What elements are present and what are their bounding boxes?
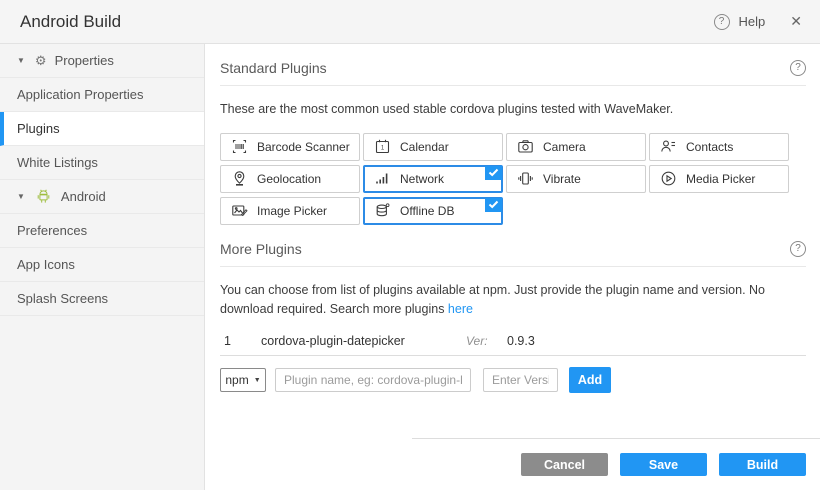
section-help-icon[interactable]: ? (790, 241, 806, 257)
plugin-barcode-scanner[interactable]: Barcode Scanner (220, 133, 360, 161)
sidebar-item-label: App Icons (17, 257, 75, 272)
help-icon[interactable]: ? (714, 14, 730, 30)
plugin-label: Network (400, 172, 444, 186)
sidebar-item-label: Plugins (17, 121, 60, 136)
close-icon[interactable]: ✕ (790, 13, 802, 30)
search-plugins-link[interactable]: here (448, 302, 473, 316)
calendar-day-number: 1 (380, 146, 384, 152)
sidebar-group-android[interactable]: ▼ Android (0, 180, 204, 214)
calendar-icon: 1 (373, 138, 391, 155)
contacts-icon (659, 138, 677, 155)
sidebar-item-app-icons[interactable]: App Icons (0, 248, 204, 282)
page-title: Android Build (20, 12, 714, 32)
standard-plugins-grid: Barcode Scanner 1 Calendar Camera (220, 133, 806, 225)
checkbox-checked-icon (485, 166, 502, 180)
offline-db-icon (373, 202, 391, 219)
sidebar-item-application-properties[interactable]: Application Properties (0, 78, 204, 112)
chevron-down-icon: ▼ (17, 56, 25, 65)
plugin-label: Camera (543, 140, 586, 154)
plugin-geolocation[interactable]: Geolocation (220, 165, 360, 193)
plugin-media-picker[interactable]: Media Picker (649, 165, 789, 193)
sidebar-item-plugins[interactable]: Plugins (0, 112, 204, 146)
plugin-label: Calendar (400, 140, 449, 154)
network-signal-icon (373, 170, 391, 187)
plugin-version-input[interactable] (483, 368, 558, 392)
add-plugin-button[interactable]: Add (569, 367, 611, 393)
build-button[interactable]: Build (719, 453, 806, 476)
sidebar-group-properties[interactable]: ▼ ⚙ Properties (0, 44, 204, 78)
more-plugins-description: You can choose from list of plugins avai… (220, 281, 806, 319)
footer-actions: Cancel Save Build (412, 438, 820, 490)
geolocation-icon (230, 170, 248, 187)
registry-selected-value: npm (225, 373, 248, 387)
section-help-icon[interactable]: ? (790, 60, 806, 76)
more-plugins-description-text: You can choose from list of plugins avai… (220, 283, 765, 316)
sidebar-item-label: Properties (55, 53, 114, 68)
image-picker-icon (230, 202, 248, 219)
more-plugins-title: More Plugins (220, 241, 302, 257)
sidebar-item-preferences[interactable]: Preferences (0, 214, 204, 248)
sidebar-item-white-listings[interactable]: White Listings (0, 146, 204, 180)
plugin-label: Media Picker (686, 172, 755, 186)
plugin-label: Vibrate (543, 172, 581, 186)
plugin-calendar[interactable]: 1 Calendar (363, 133, 503, 161)
sidebar-item-label: Splash Screens (17, 291, 108, 306)
plugin-name-input[interactable] (275, 368, 471, 392)
main-content: Standard Plugins ? These are the most co… (206, 44, 820, 490)
chevron-down-icon: ▼ (254, 377, 261, 384)
gear-icon: ⚙ (35, 54, 47, 67)
sidebar-item-label: Application Properties (17, 87, 143, 102)
sidebar: ▼ ⚙ Properties Application Properties Pl… (0, 44, 205, 490)
plugin-row-version: 0.9.3 (507, 334, 535, 348)
sidebar-item-label: Preferences (17, 223, 87, 238)
camera-icon (516, 138, 534, 155)
standard-plugins-description: These are the most common used stable co… (220, 100, 806, 119)
plugin-label: Barcode Scanner (257, 140, 350, 154)
title-bar: Android Build ? Help ✕ (0, 0, 820, 44)
standard-plugins-header: Standard Plugins ? (220, 44, 806, 86)
plugin-vibrate[interactable]: Vibrate (506, 165, 646, 193)
sidebar-item-label: Android (61, 189, 106, 204)
titlebar-actions: ? Help ✕ (714, 13, 802, 30)
more-plugins-header: More Plugins ? (220, 225, 806, 267)
media-picker-icon (659, 170, 677, 187)
plugin-label: Image Picker (257, 204, 327, 218)
plugin-label: Geolocation (257, 172, 321, 186)
plugin-image-picker[interactable]: Image Picker (220, 197, 360, 225)
registry-select[interactable]: npm ▼ (220, 368, 266, 392)
vibrate-icon (516, 170, 534, 187)
plugin-contacts[interactable]: Contacts (649, 133, 789, 161)
checkbox-checked-icon (485, 198, 502, 212)
plugin-row-version-label: Ver: (466, 334, 507, 348)
standard-plugins-title: Standard Plugins (220, 60, 327, 76)
plugin-label: Offline DB (400, 204, 454, 218)
plugin-camera[interactable]: Camera (506, 133, 646, 161)
android-robot-icon (35, 189, 53, 204)
help-link[interactable]: Help (739, 14, 766, 29)
chevron-down-icon: ▼ (17, 192, 25, 201)
barcode-scanner-icon (230, 138, 248, 155)
plugin-network[interactable]: Network (363, 165, 503, 193)
plugin-label: Contacts (686, 140, 733, 154)
cancel-button[interactable]: Cancel (521, 453, 608, 476)
plugin-row-name: cordova-plugin-datepicker (261, 334, 466, 348)
plugin-row-index: 1 (220, 334, 261, 348)
plugin-offline-db[interactable]: Offline DB (363, 197, 503, 225)
add-plugin-form: npm ▼ Add (220, 367, 806, 393)
sidebar-item-splash-screens[interactable]: Splash Screens (0, 282, 204, 316)
save-button[interactable]: Save (620, 453, 707, 476)
sidebar-item-label: White Listings (17, 155, 98, 170)
installed-plugin-row: 1 cordova-plugin-datepicker Ver: 0.9.3 (220, 326, 806, 356)
